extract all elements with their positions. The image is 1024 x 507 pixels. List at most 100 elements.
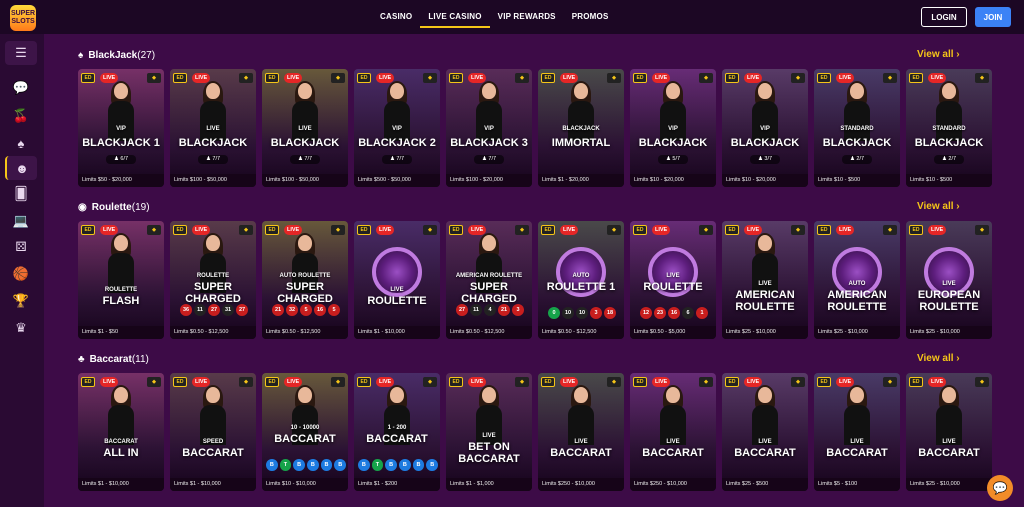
game-card[interactable]: ED LIVE ◆ LIVE BACCARAT Limits $250 - $10,000	[630, 373, 716, 491]
live-badge: LIVE	[100, 377, 119, 387]
nav-live-casino[interactable]: LIVE CASINO	[420, 0, 490, 28]
game-card[interactable]: ED LIVE ◆ VIP BLACKJACK 3 ♟ 7/7 Limits $100 - …	[446, 69, 532, 187]
chat-bubbles-icon[interactable]: 💬	[5, 76, 37, 100]
bet-limits: Limits $1 - $10,000	[170, 478, 256, 491]
nav-vip-rewards[interactable]: VIP REWARDS	[490, 0, 564, 34]
game-subtitle: LIVE	[666, 273, 680, 279]
game-card[interactable]: ED LIVE ◆ LIVE BACCARAT Limits $250 - $10,000	[538, 373, 624, 491]
login-button[interactable]: LOGIN	[921, 7, 967, 27]
bet-limits: Limits $25 - $10,000	[814, 326, 900, 339]
menu-icon[interactable]: ☰	[5, 41, 37, 65]
provider-logo: ED	[449, 377, 463, 387]
game-card[interactable]: ED LIVE ◆ AMERICAN ROULETTE SUPER CHARGED 27 1…	[446, 221, 532, 339]
game-subtitle: VIP	[760, 126, 770, 132]
live-badge: LIVE	[836, 73, 855, 83]
game-subtitle: AUTO ROULETTE	[279, 273, 331, 279]
game-card[interactable]: ED LIVE ◆ VIP BLACKJACK ♟ 5/7 Limits $10 - $20…	[630, 69, 716, 187]
game-card[interactable]: ED LIVE ◆ STANDARD BLACKJACK ♟ 2/7 Limits $10 …	[906, 69, 992, 187]
game-card[interactable]: ED LIVE ◆ VIP BLACKJACK ♟ 3/7 Limits $10 - $20…	[722, 69, 808, 187]
game-card[interactable]: ED LIVE ◆ ROULETTE FLASH Limits $1 - $50	[78, 221, 164, 339]
game-card[interactable]: ED LIVE ◆ 1 - 200 BACCARAT B T B B B B Limits $1 - …	[354, 373, 440, 491]
provider-logo: ED	[633, 73, 647, 83]
nav-promos[interactable]: PROMOS	[564, 0, 617, 34]
game-card[interactable]: ED LIVE ◆ BLACKJACK IMMORTAL Limits $1 - $20,…	[538, 69, 624, 187]
cards-icon[interactable]: 🂠	[5, 182, 37, 206]
game-card[interactable]: ED LIVE ◆ SPEED BACCARAT Limits $1 - $10,000	[170, 373, 256, 491]
view-all-blackjack[interactable]: View all ›	[917, 49, 960, 60]
join-button[interactable]: JOIN	[975, 7, 1011, 27]
game-card[interactable]: ED LIVE ◆ LIVE BLACKJACK ♟ 7/7 Limits $100 - $…	[170, 69, 256, 187]
provider-logo: ED	[725, 73, 739, 83]
game-card[interactable]: ED LIVE ◆ 10 - 10000 BACCARAT B T B B B B Limits $1…	[262, 373, 348, 491]
game-card[interactable]: ED LIVE ◆ AUTO AMERICAN ROULETTE Limits $25 -…	[814, 221, 900, 339]
view-all-baccarat[interactable]: View all ›	[917, 353, 960, 364]
bet-limits: Limits $25 - $10,000	[906, 478, 992, 491]
live-badge: LIVE	[192, 377, 211, 387]
section-header-blackjack: ♠ BlackJack(27)	[78, 48, 155, 62]
dealer-image	[568, 81, 594, 141]
provider-logo: ED	[909, 225, 923, 235]
bet-limits: Limits $0.50 - $12,500	[446, 326, 532, 339]
game-card[interactable]: ED LIVE ◆ ROULETTE SUPER CHARGED 36 11 27 31 27 Li…	[170, 221, 256, 339]
game-card[interactable]: ED LIVE ◆ LIVE BACCARAT Limits $5 - $100	[814, 373, 900, 491]
provider-mark-icon: ◆	[239, 73, 253, 83]
result-chip: 3	[512, 304, 524, 316]
game-card[interactable]: ED LIVE ◆ LIVE AMERICAN ROULETTE Limits $25 -…	[722, 221, 808, 339]
game-title: BLACKJACK	[270, 137, 340, 149]
live-badge: LIVE	[928, 225, 947, 235]
live-badge: LIVE	[744, 377, 763, 387]
laptop-icon[interactable]: 💻	[5, 209, 37, 233]
result-chip: 18	[604, 307, 616, 319]
game-title: IMMORTAL	[551, 137, 611, 149]
game-card[interactable]: ED LIVE ◆ STANDARD BLACKJACK ♟ 2/7 Limits $10 …	[814, 69, 900, 187]
bet-limits: Limits $10 - $20,000	[630, 174, 716, 187]
cherries-icon[interactable]: 🍒	[5, 104, 37, 128]
result-chip: B	[399, 459, 411, 471]
bet-limits: Limits $10 - $500	[906, 174, 992, 187]
basketball-icon[interactable]: 🏀	[5, 262, 37, 286]
game-card[interactable]: ED LIVE ◆ LIVE ROULETTE Limits $1 - $10,000	[354, 221, 440, 339]
game-card[interactable]: ED LIVE ◆ LIVE EUROPEAN ROULETTE Limits $25 -…	[906, 221, 992, 339]
chat-support-icon[interactable]: 💬	[987, 475, 1013, 501]
dice-icon[interactable]: ⚄	[5, 235, 37, 259]
seats-indicator: ♟ 7/7	[290, 155, 320, 164]
game-subtitle: SPEED	[202, 439, 224, 445]
game-card[interactable]: ED LIVE ◆ BACCARAT ALL IN Limits $1 - $10,000	[78, 373, 164, 491]
trophy-icon[interactable]: 🏆	[5, 289, 37, 313]
game-card[interactable]: ED LIVE ◆ AUTO ROULETTE SUPER CHARGED 21 32 5 16…	[262, 221, 348, 339]
provider-mark-icon: ◆	[791, 225, 805, 235]
bet-limits: Limits $1 - $1,000	[446, 478, 532, 491]
provider-mark-icon: ◆	[883, 225, 897, 235]
game-card[interactable]: ED LIVE ◆ LIVE BLACKJACK ♟ 7/7 Limits $100 - $…	[262, 69, 348, 187]
game-card[interactable]: ED LIVE ◆ VIP BLACKJACK 2 ♟ 7/7 Limits $500 - …	[354, 69, 440, 187]
result-chip: 11	[194, 304, 206, 316]
provider-logo: ED	[265, 225, 279, 235]
game-card[interactable]: ED LIVE ◆ LIVE BACCARAT Limits $25 - $10,000	[906, 373, 992, 491]
game-card[interactable]: ED LIVE ◆ LIVE BACCARAT Limits $25 - $500	[722, 373, 808, 491]
dealer-image	[292, 81, 318, 141]
view-all-roulette[interactable]: View all ›	[917, 201, 960, 212]
live-badge: LIVE	[192, 73, 211, 83]
brand-logo[interactable]: SUPER SLOTS	[10, 5, 36, 31]
game-card[interactable]: ED LIVE ◆ LIVE ROULETTE 12 23 16 6 1 Limits $0.50 …	[630, 221, 716, 339]
live-dealer-icon[interactable]: ☻	[5, 156, 37, 180]
provider-logo: ED	[909, 73, 923, 83]
game-title: SUPER CHARGED	[277, 281, 333, 305]
game-card[interactable]: ED LIVE ◆ LIVE BET ON BACCARAT Limits $1 - $1…	[446, 373, 532, 491]
result-chip: 16	[314, 304, 326, 316]
bet-limits: Limits $500 - $50,000	[354, 174, 440, 187]
game-subtitle: LIVE	[942, 439, 956, 445]
game-card[interactable]: ED LIVE ◆ VIP BLACKJACK 1 ♟ 6/7 Limits $50 - $…	[78, 69, 164, 187]
dealer-image	[752, 385, 778, 445]
top-bar: SUPER SLOTS CASINO LIVE CASINO VIP REWARD…	[0, 0, 1024, 34]
game-title: BACCARAT	[550, 447, 612, 459]
nav-casino[interactable]: CASINO	[372, 0, 420, 34]
spade-icon[interactable]: ♠	[5, 131, 37, 155]
result-chip: 6	[682, 307, 694, 319]
result-chip: B	[320, 459, 333, 471]
live-badge: LIVE	[560, 73, 579, 83]
game-card[interactable]: ED LIVE ◆ AUTO ROULETTE 1 0 10 10 3 18 Limits $0.5…	[538, 221, 624, 339]
provider-mark-icon: ◆	[147, 225, 161, 235]
live-badge: LIVE	[192, 225, 211, 235]
crown-icon[interactable]: ♛	[5, 316, 37, 340]
